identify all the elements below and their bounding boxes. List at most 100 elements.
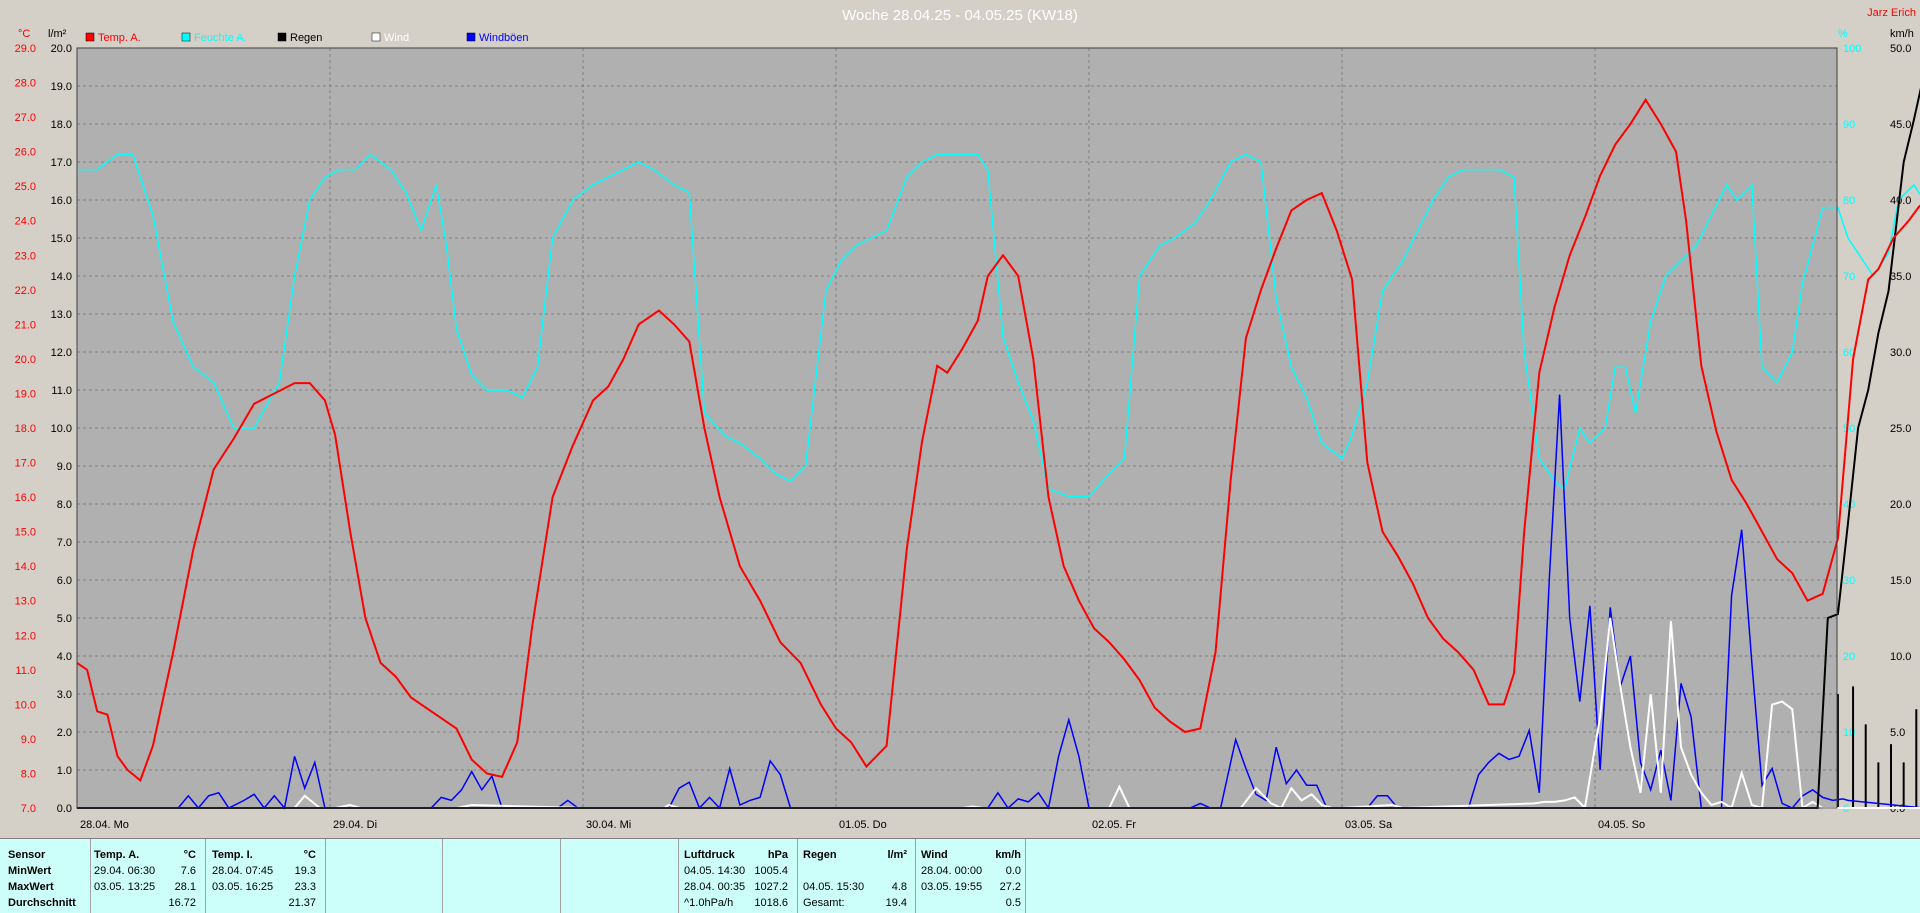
wind-tick-label: 10.0 [1890, 651, 1911, 663]
wind-tick-label: 30.0 [1890, 347, 1911, 359]
humidity-unit-label: % [1838, 28, 1848, 40]
wind-average: 0.5 [1005, 897, 1021, 909]
temp-tick-label: 25.0 [15, 181, 36, 193]
rain-tick-label: 9.0 [57, 461, 72, 473]
temp-tick-label: 29.0 [15, 43, 36, 55]
wind-tick-label: 50.0 [1890, 43, 1911, 55]
x-tick-label: 02.05. Fr [1092, 819, 1136, 831]
separator [678, 839, 679, 913]
humidity-tick-label: 20 [1843, 651, 1855, 663]
wind-tick-label: 5.0 [1890, 727, 1905, 739]
separator [442, 839, 443, 913]
temp-i-header: Temp. I. [212, 849, 253, 861]
temp-i-stats: Temp. I. °C 28.04. 07:45 19.3 03.05. 16:… [212, 847, 320, 911]
legend-swatch [466, 32, 476, 42]
rain-tick-label: 20.0 [51, 43, 72, 55]
legend-entry: Regen [290, 32, 322, 44]
temp-tick-label: 14.0 [15, 561, 36, 573]
rain-tick-label: 11.0 [51, 385, 72, 397]
wind-tick-label: 40.0 [1890, 195, 1911, 207]
temp-a-header: Temp. A. [94, 849, 140, 861]
rain-tick-label: 3.0 [57, 689, 72, 701]
rain-tick-label: 16.0 [51, 195, 72, 207]
rain-tick-label: 2.0 [57, 727, 72, 739]
sensor-label: Sensor [8, 849, 46, 861]
humidity-tick-label: 50 [1843, 423, 1855, 435]
legend-swatch [85, 32, 95, 42]
temp-tick-label: 26.0 [15, 147, 36, 159]
wind-header: Wind [921, 849, 948, 861]
rain-tick-label: 18.0 [51, 119, 72, 131]
pressure-min-value: 1005.4 [754, 865, 788, 877]
separator [205, 839, 206, 913]
rain-unit: l/m² [887, 849, 907, 861]
rain-tick-label: 12.0 [51, 347, 72, 359]
pressure-trend-label: ^1.0hPa/h [684, 897, 734, 909]
humidity-tick-label: 70 [1843, 271, 1855, 283]
legend-swatch [371, 32, 381, 42]
temp-tick-label: 12.0 [15, 630, 36, 642]
rain-tick-label: 14.0 [51, 271, 72, 283]
avg-row-label: Durchschnitt [8, 897, 76, 909]
rain-total-value: 19.4 [885, 897, 907, 909]
separator [1025, 839, 1026, 913]
wind-tick-label: 25.0 [1890, 423, 1911, 435]
pressure-trend-value: 1018.6 [754, 897, 788, 909]
wind-tick-label: 20.0 [1890, 499, 1911, 511]
humidity-tick-label: 100 [1843, 43, 1861, 55]
rain-tick-label: 1.0 [57, 765, 72, 777]
legend-entry: Windböen [479, 32, 529, 44]
rain-tick-label: 13.0 [51, 309, 72, 321]
pressure-stats: Luftdruck hPa 04.05. 14:30 1005.4 28.04.… [684, 847, 792, 911]
chart-author: Jarz Erich [1867, 7, 1916, 19]
rain-tick-label: 8.0 [57, 499, 72, 511]
rain-tick-label: 17.0 [51, 157, 72, 169]
wind-unit-label: km/h [1890, 28, 1914, 40]
x-tick-label: 04.05. So [1598, 819, 1645, 831]
rain-tick-label: 5.0 [57, 613, 72, 625]
rain-tick-label: 15.0 [51, 233, 72, 245]
wind-tick-label: 45.0 [1890, 119, 1911, 131]
pressure-min-timestamp: 04.05. 14:30 [684, 865, 746, 877]
rain-tick-label: 19.0 [51, 81, 72, 93]
rain-stats: Regen l/m² 04.05. 15:30 4.8 Gesamt: 19.4 [803, 847, 911, 911]
temp-i-max-timestamp: 03.05. 16:25 [212, 881, 274, 893]
temp-a-min-value: 7.6 [180, 865, 196, 877]
temp-tick-label: 17.0 [15, 458, 36, 470]
rain-total-label: Gesamt: [803, 897, 845, 909]
rain-tick-label: 0.0 [57, 803, 72, 815]
rain-header: Regen [803, 849, 837, 861]
temp-i-max-value: 23.3 [294, 881, 316, 893]
temp-a-max-value: 28.1 [174, 881, 196, 893]
humidity-tick-label: 80 [1843, 195, 1855, 207]
temp-tick-label: 9.0 [21, 734, 36, 746]
separator [797, 839, 798, 913]
statistics-panel: Sensor MinWert MaxWert Durchschnitt Temp… [0, 838, 1920, 913]
legend-entry: Wind [384, 32, 409, 44]
temp-tick-label: 10.0 [15, 699, 36, 711]
wind-max-timestamp: 03.05. 19:55 [921, 881, 983, 893]
temp-i-average: 21.37 [288, 897, 316, 909]
pressure-header: Luftdruck [684, 849, 735, 861]
wind-unit: km/h [995, 849, 1021, 861]
min-row-label: MinWert [8, 865, 52, 877]
x-tick-label: 28.04. Mo [80, 819, 129, 831]
rain-tick-label: 4.0 [57, 651, 72, 663]
rain-tick-label: 6.0 [57, 575, 72, 587]
rain-max-value: 4.8 [891, 881, 907, 893]
pressure-unit: hPa [767, 849, 788, 861]
weather-chart-area: Woche 28.04.25 - 04.05.25 (KW18) Jarz Er… [0, 0, 1920, 838]
wind-stats: Wind km/h 28.04. 00:00 0.0 03.05. 19:55 … [921, 847, 1021, 911]
temp-unit-label: °C [18, 28, 30, 40]
temp-i-min-value: 19.3 [294, 865, 316, 877]
temp-tick-label: 27.0 [15, 112, 36, 124]
rain-max-timestamp: 04.05. 15:30 [803, 881, 865, 893]
x-tick-label: 01.05. Do [839, 819, 887, 831]
chart-title: Woche 28.04.25 - 04.05.25 (KW18) [842, 7, 1078, 24]
separator [915, 839, 916, 913]
temp-tick-label: 8.0 [21, 768, 36, 780]
wind-tick-label: 35.0 [1890, 271, 1911, 283]
legend-entry: Temp. A. [98, 32, 141, 44]
wind-tick-label: 15.0 [1890, 575, 1911, 587]
sensor-labels: Sensor MinWert MaxWert Durchschnitt [8, 847, 88, 911]
